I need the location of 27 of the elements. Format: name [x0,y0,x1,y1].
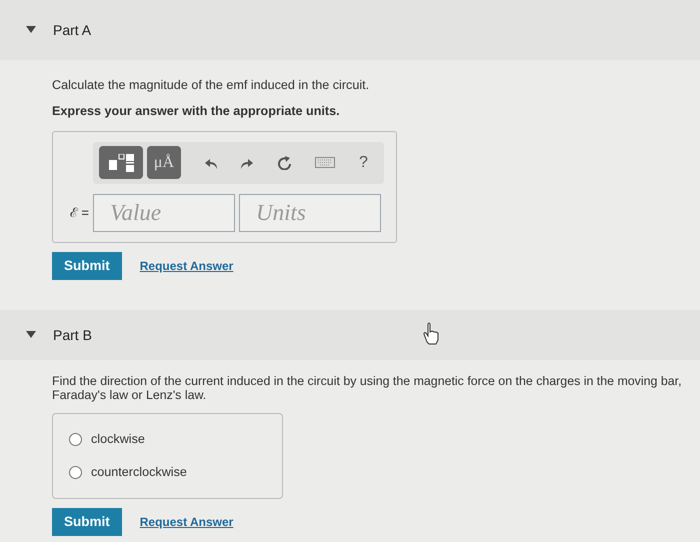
template-button[interactable] [99,146,143,180]
question-text: Calculate the magnitude of the emf induced in the circuit. [52,77,370,94]
value-field[interactable]: Value [93,194,235,232]
request-answer-link[interactable]: Request Answer [140,512,234,531]
part-title: Part B [53,326,92,345]
keyboard-icon[interactable] [315,157,335,168]
units-field[interactable]: Units [239,194,381,232]
instruction-text: Express your answer with the appropriate units. [52,102,341,120]
question-text: Find the direction of the current induced in the circuit by using the magnetic force on the charges in the moving bar, Faraday's law or Lenz's law. [52,374,683,403]
help-button[interactable]: ? [359,150,368,175]
radio-button[interactable] [69,432,82,446]
undo-icon[interactable] [205,156,217,169]
collapse-icon[interactable] [26,331,36,340]
template-icon [108,154,134,172]
submit-button[interactable]: Submit [52,252,122,280]
option-label: counterclockwise [91,464,187,482]
redo-icon[interactable] [241,156,253,169]
radio-button[interactable] [69,466,82,480]
reset-icon[interactable] [277,156,291,170]
submit-button[interactable]: Submit [52,508,122,536]
hand-cursor-icon [422,322,440,346]
request-answer-link[interactable]: Request Answer [140,256,234,275]
units-button[interactable]: μÅ [147,146,181,180]
option-label: clockwise [91,430,145,448]
collapse-icon[interactable] [26,26,36,34]
variable-label: ℰ = [68,204,90,222]
part-title: Part A [53,20,92,40]
